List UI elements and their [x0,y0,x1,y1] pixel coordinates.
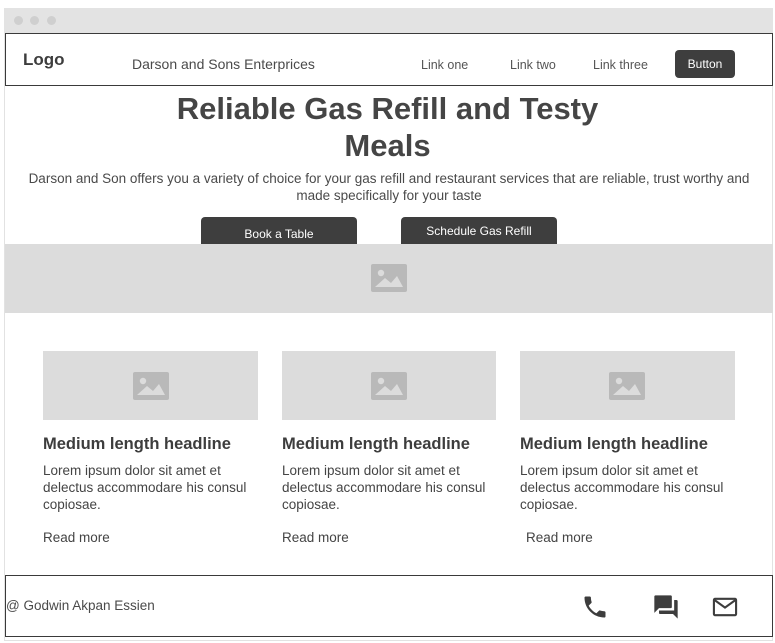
image-placeholder-icon [371,264,407,292]
navbar: Logo Darson and Sons Enterprices Link on… [5,33,773,86]
card-headline: Medium length headline [520,435,708,453]
footer-credit: @ Godwin Akpan Essien [6,598,155,613]
card-image [520,351,735,420]
card-read-more-link[interactable]: Read more [526,530,593,545]
card-read-more-link[interactable]: Read more [43,530,110,545]
card-read-more-link[interactable]: Read more [282,530,349,545]
mail-icon[interactable] [711,593,739,621]
hero-subtitle: Darson and Son offers you a variety of c… [28,171,750,203]
image-placeholder-icon [371,372,407,400]
nav-button[interactable]: Button [675,50,735,78]
window-dot-icon [30,16,39,25]
card-body: Lorem ipsum dolor sit amet et delectus a… [282,463,486,512]
phone-icon[interactable] [581,593,609,621]
window-dot-icon [47,16,56,25]
logo[interactable]: Logo [23,50,65,70]
image-placeholder-icon [609,372,645,400]
card-headline: Medium length headline [43,435,231,453]
window-titlebar [4,8,773,33]
card-image [43,351,258,420]
nav-link-two[interactable]: Link two [510,58,556,72]
book-table-button[interactable]: Book a Table [201,217,357,244]
card-image [282,351,496,420]
card-headline: Medium length headline [282,435,470,453]
hero-banner-image [5,244,773,313]
footer: @ Godwin Akpan Essien [5,575,773,637]
card-body: Lorem ipsum dolor sit amet et delectus a… [43,463,247,512]
card-body: Lorem ipsum dolor sit amet et delectus a… [520,463,724,512]
nav-link-one[interactable]: Link one [421,58,468,72]
nav-link-three[interactable]: Link three [593,58,648,72]
image-placeholder-icon [133,372,169,400]
chat-icon[interactable] [652,593,680,621]
company-name: Darson and Sons Enterprices [132,56,315,72]
schedule-gas-refill-button[interactable]: Schedule Gas Refill [401,217,557,244]
window-dot-icon [14,16,23,25]
hero-title: Reliable Gas Refill and Testy Meals [176,91,599,163]
